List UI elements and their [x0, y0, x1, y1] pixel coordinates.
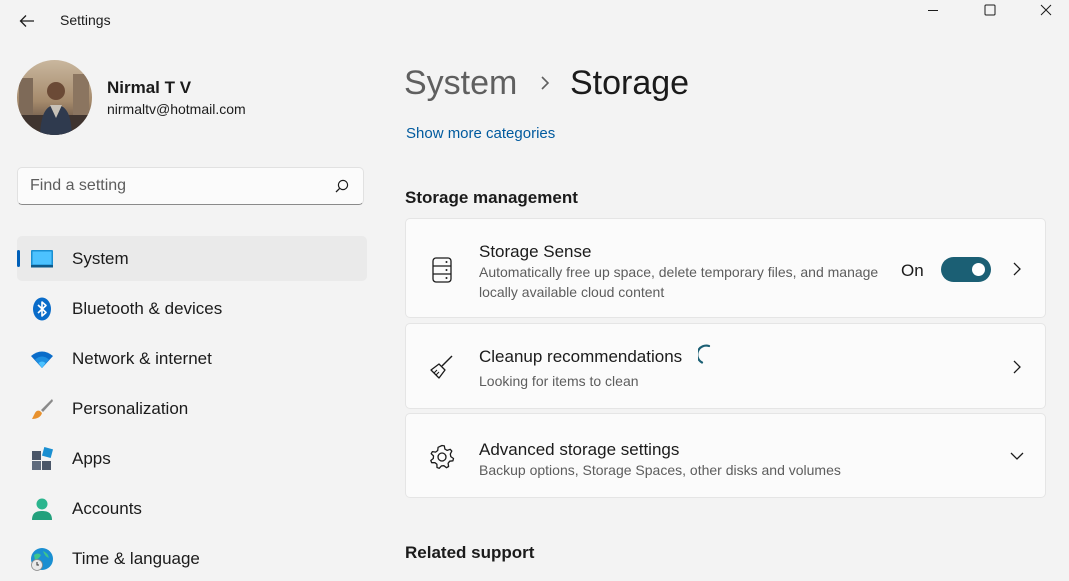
user-email: nirmaltv@hotmail.com — [107, 101, 246, 117]
system-monitor-icon — [31, 250, 53, 268]
close-button[interactable] — [1023, 0, 1069, 20]
avatar[interactable] — [17, 60, 92, 135]
page-title: Storage — [570, 64, 690, 102]
bluetooth-icon — [33, 297, 51, 321]
minimize-button[interactable] — [910, 0, 956, 20]
chevron-right-icon[interactable] — [1009, 359, 1025, 375]
storage-drive-icon — [432, 257, 452, 283]
sidebar-item-system[interactable]: System — [17, 236, 367, 281]
user-name: Nirmal T V — [107, 78, 192, 97]
back-arrow-icon — [19, 15, 34, 27]
sidebar-item-time-language[interactable]: Time & language — [17, 536, 367, 581]
cleanup-recommendations-card[interactable]: Cleanup recommendations Looking for item… — [405, 323, 1046, 409]
wifi-icon — [31, 351, 53, 368]
app-title: Settings — [60, 12, 111, 28]
toggle-knob — [972, 263, 985, 276]
section-title-storage-management: Storage management — [405, 188, 578, 207]
sidebar-item-accounts[interactable]: Accounts — [17, 486, 367, 531]
sidebar-item-label: Apps — [72, 449, 111, 468]
maximize-button[interactable] — [967, 0, 1013, 20]
card-description: Backup options, Storage Spaces, other di… — [479, 462, 841, 478]
search-box[interactable] — [17, 167, 364, 205]
globe-clock-icon — [31, 548, 53, 571]
close-icon — [1040, 4, 1052, 16]
breadcrumb-parent[interactable]: System — [404, 64, 517, 103]
maximize-icon — [984, 4, 996, 16]
loading-spinner-icon — [698, 344, 711, 364]
card-description: Looking for items to clean — [479, 373, 639, 389]
active-indicator — [17, 250, 20, 267]
sidebar-item-personalization[interactable]: Personalization — [17, 386, 367, 431]
account-icon — [32, 498, 52, 520]
card-description: Automatically free up space, delete temp… — [479, 264, 879, 300]
chevron-right-icon[interactable] — [1009, 261, 1025, 277]
storage-sense-toggle[interactable] — [941, 257, 991, 282]
toggle-state-label: On — [901, 261, 924, 280]
avatar-photo-icon — [17, 60, 92, 135]
title-bar: Settings — [0, 0, 1069, 42]
sidebar-item-label: Personalization — [72, 399, 189, 418]
show-more-categories-link[interactable]: Show more categories — [406, 125, 555, 142]
minimize-icon — [928, 10, 938, 11]
sidebar-item-network[interactable]: Network & internet — [17, 336, 367, 381]
search-icon[interactable] — [335, 179, 349, 193]
broom-icon — [430, 355, 453, 379]
card-title: Cleanup recommendations — [479, 347, 683, 366]
sidebar-item-bluetooth[interactable]: Bluetooth & devices — [17, 286, 367, 331]
sidebar-item-apps[interactable]: Apps — [17, 436, 367, 481]
apps-icon — [32, 447, 54, 470]
card-title: Advanced storage settings — [479, 440, 680, 459]
sidebar-item-label: Accounts — [72, 499, 142, 518]
chevron-down-icon[interactable] — [1009, 448, 1025, 464]
search-input[interactable] — [30, 168, 320, 204]
sidebar-item-label: Bluetooth & devices — [72, 299, 223, 318]
section-title-related-support: Related support — [405, 543, 535, 562]
storage-sense-card[interactable]: Storage Sense Automatically free up spac… — [405, 218, 1046, 318]
sidebar-item-label: Network & internet — [72, 349, 212, 368]
chevron-right-icon — [541, 76, 550, 90]
back-button[interactable] — [10, 6, 44, 36]
advanced-storage-settings-card[interactable]: Advanced storage settings Backup options… — [405, 413, 1046, 498]
sidebar-item-label: System — [72, 249, 129, 268]
card-title: Storage Sense — [479, 242, 592, 261]
paintbrush-icon — [32, 399, 53, 419]
sidebar-item-label: Time & language — [72, 549, 200, 568]
gear-icon — [430, 444, 455, 469]
